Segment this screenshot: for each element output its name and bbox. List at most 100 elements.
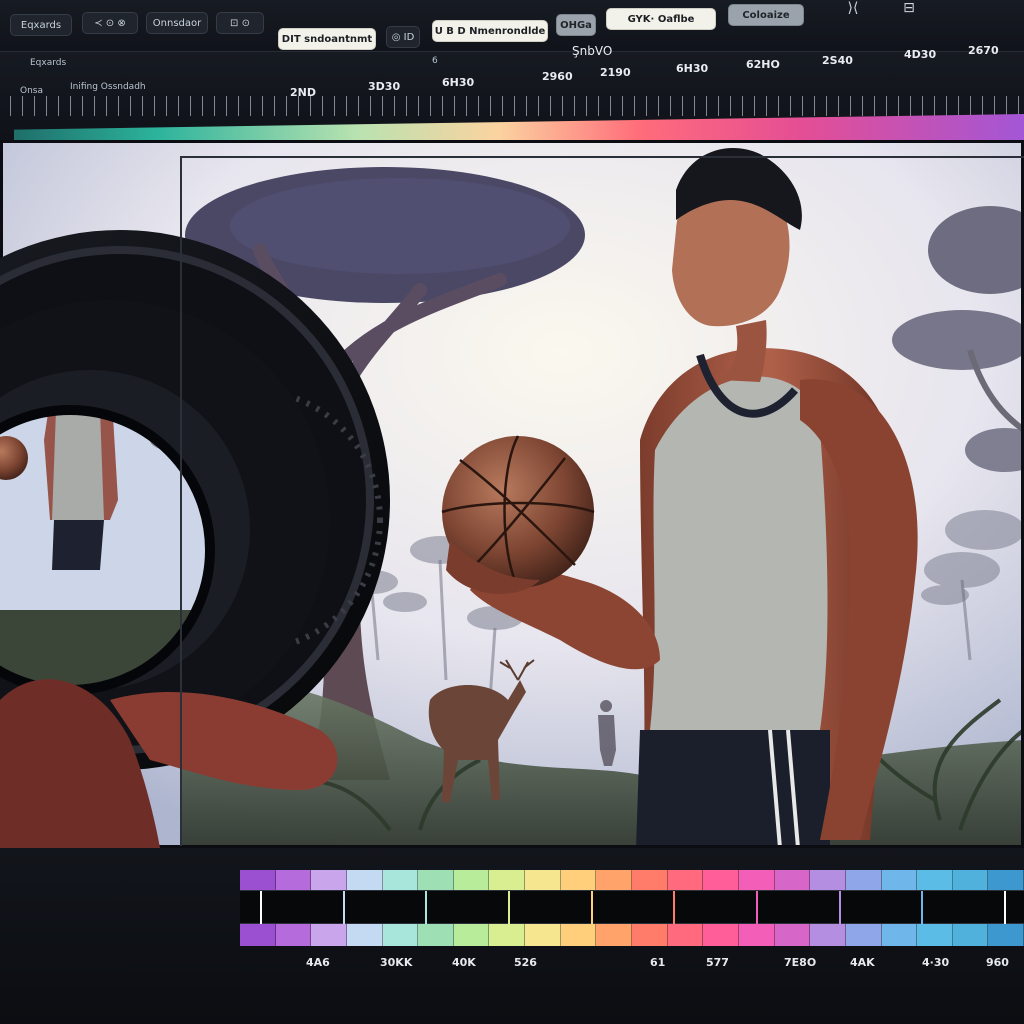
color-strip-top: [240, 870, 1024, 892]
color-swatch: [667, 924, 704, 946]
color-swatch: [738, 870, 775, 892]
toolbar-button-10[interactable]: Coloaize: [728, 4, 804, 26]
color-swatch: [952, 924, 989, 946]
color-swatch: [881, 870, 918, 892]
tick-label: 2960: [542, 70, 573, 83]
color-swatch: [525, 924, 561, 946]
timecode-label: 960: [986, 956, 1009, 969]
color-swatch: [560, 924, 597, 946]
color-swatch: [346, 870, 383, 892]
color-swatch: [881, 924, 918, 946]
toolbar-button-6[interactable]: ◎ ID: [386, 26, 420, 48]
color-swatch: [560, 870, 597, 892]
timecode-label: 4AK: [850, 956, 875, 969]
color-swatch: [952, 870, 989, 892]
ruler-readout: ŞnbVO: [572, 44, 613, 58]
clip-marker[interactable]: [838, 891, 841, 925]
ruler-readout-small: 6: [432, 56, 438, 66]
color-swatch: [311, 924, 347, 946]
color-strip-timeline[interactable]: 4A6 30KK 40K 526 61 577 7E8O 4AK 4·30 96…: [0, 848, 1024, 1024]
color-swatch: [240, 924, 276, 946]
color-swatch: [489, 924, 526, 946]
clip-marker[interactable]: [590, 891, 593, 925]
color-swatch: [988, 924, 1024, 946]
marker-track[interactable]: [240, 890, 1024, 925]
color-swatch: [810, 924, 846, 946]
color-swatch: [774, 924, 811, 946]
color-swatch: [845, 870, 882, 892]
toolbar-button-5[interactable]: DIT sndoantnmt: [278, 28, 376, 50]
color-swatch: [917, 924, 953, 946]
viewer-frame-border: [180, 156, 1024, 846]
color-swatch: [489, 870, 526, 892]
timecode-label: 40K: [452, 956, 476, 969]
color-swatch: [240, 870, 276, 892]
clip-marker[interactable]: [508, 891, 510, 925]
color-swatch: [453, 870, 490, 892]
tick-label: 2670: [968, 44, 999, 57]
top-toolbar: Eqxards ≺ ⊙ ⊗ Onnsdaor ⊡ ⊙ DIT sndoantnm…: [0, 0, 1024, 52]
tick-label: 6H30: [442, 76, 475, 89]
tick-label: 2S40: [822, 54, 853, 67]
color-swatch: [738, 924, 775, 946]
timecode-label: 30KK: [380, 956, 413, 969]
color-swatch: [275, 924, 312, 946]
color-swatch: [382, 870, 419, 892]
clip-marker[interactable]: [673, 891, 676, 925]
brackets-icon[interactable]: ⟩⟨: [842, 0, 864, 16]
color-gradient-bar: [14, 114, 1024, 140]
timeline-ruler[interactable]: Eqxards Onsa Inifing Ossndadh ŞnbVO 6 2N…: [0, 44, 1024, 140]
timecode-label: 577: [706, 956, 729, 969]
color-swatch: [988, 870, 1024, 892]
timecode-label: 61: [650, 956, 666, 969]
color-swatch: [596, 870, 633, 892]
color-swatch: [382, 924, 419, 946]
ruler-label-one: Onsa: [20, 86, 43, 96]
color-swatch: [596, 924, 633, 946]
ruler-label-track: Eqxards: [30, 58, 67, 68]
clip-marker[interactable]: [260, 891, 262, 925]
color-swatch: [845, 924, 882, 946]
timecode-label: 4A6: [306, 956, 330, 969]
toolbar-button-7[interactable]: U B D Nmenrondlde: [432, 20, 548, 42]
clip-marker[interactable]: [1004, 891, 1006, 925]
color-swatch: [917, 870, 953, 892]
color-swatch: [667, 870, 704, 892]
toolbar-button-4[interactable]: ⊡ ⊙: [216, 12, 264, 34]
toolbar-button-3[interactable]: Onnsdaor: [146, 12, 208, 34]
color-swatch: [453, 924, 490, 946]
color-swatch: [810, 870, 846, 892]
clip-marker[interactable]: [921, 891, 924, 925]
tick-label: 4D30: [904, 48, 937, 61]
color-swatch: [774, 870, 811, 892]
color-swatch: [418, 924, 454, 946]
color-strip-bottom: [240, 924, 1024, 946]
clip-marker[interactable]: [342, 891, 345, 925]
panel-icon[interactable]: ⊟: [898, 0, 920, 16]
color-swatch: [418, 870, 454, 892]
toolbar-button-8[interactable]: OHGa: [556, 14, 596, 36]
color-swatch: [525, 870, 561, 892]
color-swatch: [703, 870, 739, 892]
clip-marker[interactable]: [425, 891, 428, 925]
color-swatch: [703, 924, 739, 946]
tick-label: 3D30: [368, 80, 401, 93]
color-swatch: [275, 870, 312, 892]
tick-label: 62HO: [746, 58, 780, 71]
timecode-label: 4·30: [922, 956, 950, 969]
color-swatch: [632, 870, 668, 892]
clip-marker[interactable]: [756, 891, 758, 925]
toolbar-button-9[interactable]: GYK· Oaflbe: [606, 8, 716, 30]
ruler-ticks: [10, 96, 1024, 116]
ruler-label-two: Inifing Ossndadh: [70, 82, 146, 92]
color-swatch: [346, 924, 383, 946]
tick-label: 2190: [600, 66, 631, 79]
preview-viewer[interactable]: [0, 140, 1024, 848]
toolbar-button-1[interactable]: Eqxards: [10, 14, 72, 36]
timecode-label: 526: [514, 956, 537, 969]
color-swatch: [311, 870, 347, 892]
timecode-label: 7E8O: [784, 956, 817, 969]
color-swatch: [632, 924, 668, 946]
toolbar-button-2[interactable]: ≺ ⊙ ⊗: [82, 12, 138, 34]
tick-label: 6H30: [676, 62, 709, 75]
